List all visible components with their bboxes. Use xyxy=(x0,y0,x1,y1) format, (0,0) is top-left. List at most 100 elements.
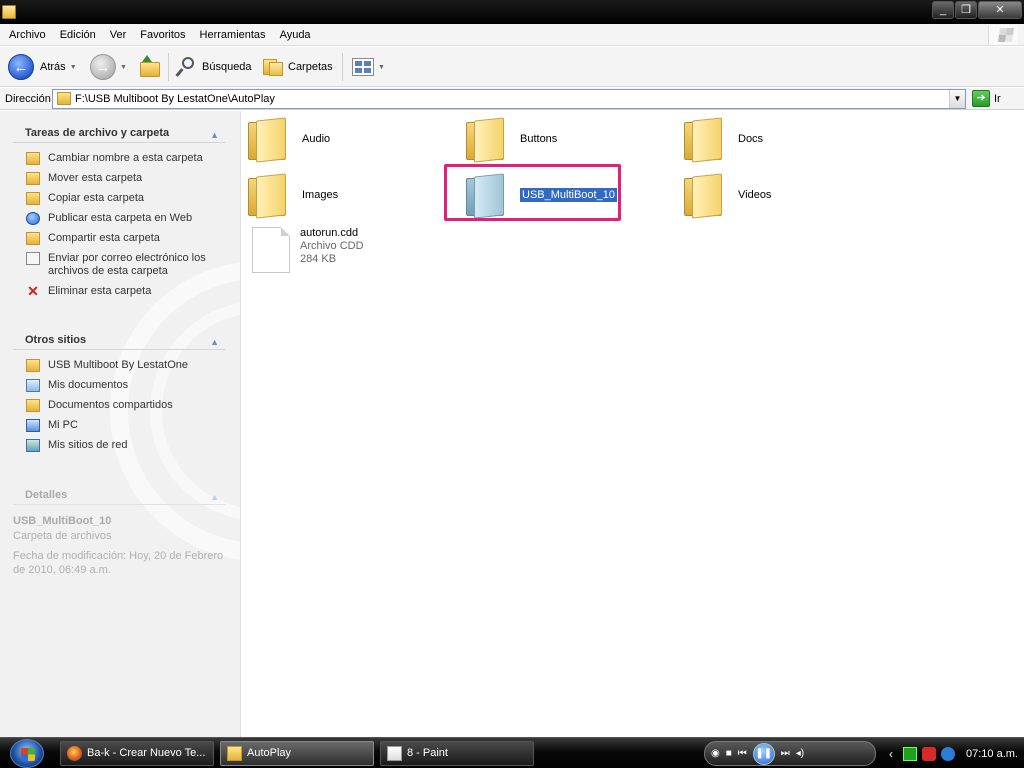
address-input[interactable]: F:\USB Multiboot By LestatOne\AutoPlay ▼ xyxy=(52,89,966,109)
computer-icon xyxy=(26,419,40,432)
place-usb-multiboot[interactable]: USB Multiboot By LestatOne xyxy=(13,359,225,372)
network-icon xyxy=(26,439,40,452)
address-path[interactable]: F:\USB Multiboot By LestatOne\AutoPlay xyxy=(75,93,275,105)
details-name: USB_MultiBoot_10 xyxy=(13,515,112,527)
task-label: Eliminar esta carpeta xyxy=(48,285,152,297)
folder-icon xyxy=(248,172,290,219)
share-icon xyxy=(26,232,40,245)
file-type: Archivo CDD xyxy=(300,240,364,252)
minimize-button[interactable]: _ xyxy=(932,1,954,19)
section-title: Tareas de archivo y carpeta xyxy=(25,127,170,139)
toolbar-divider xyxy=(342,53,343,81)
collapse-icon[interactable]: ▲ xyxy=(210,487,219,507)
file-list[interactable]: Audio Buttons Docs Images USB_MultiBoot_… xyxy=(242,111,1024,737)
menu-bar: Archivo Edición Ver Favoritos Herramient… xyxy=(0,24,1024,46)
system-tray: ‹ 07:10 a.m. xyxy=(880,741,1024,766)
menu-edicion[interactable]: Edición xyxy=(53,24,103,46)
other-places-section: Otros sitios ▲ USB Multiboot By LestatOn… xyxy=(13,330,225,452)
menu-herramientas[interactable]: Herramientas xyxy=(193,24,273,46)
move-folder-link[interactable]: Mover esta carpeta xyxy=(13,172,225,185)
taskbar-item-autoplay[interactable]: AutoPlay xyxy=(220,741,374,766)
folder-icon xyxy=(57,92,71,105)
folder-item-audio[interactable]: Audio xyxy=(248,116,330,163)
copy-folder-link[interactable]: Copiar esta carpeta xyxy=(13,192,225,205)
place-mis-sitios-de-red[interactable]: Mis sitios de red xyxy=(13,439,225,452)
antivirus-icon[interactable] xyxy=(922,746,936,761)
taskbar-item-paint[interactable]: 8 - Paint xyxy=(380,741,534,766)
forward-button[interactable]: → ▼ xyxy=(90,52,127,82)
place-label: Mi PC xyxy=(48,419,78,431)
start-button[interactable] xyxy=(10,739,44,768)
folder-item-buttons[interactable]: Buttons xyxy=(466,116,557,163)
chevron-down-icon[interactable]: ▼ xyxy=(378,64,385,71)
volume-icon[interactable]: ◂) xyxy=(796,748,804,759)
language-icon[interactable] xyxy=(941,746,955,761)
menu-favoritos[interactable]: Favoritos xyxy=(133,24,192,46)
network-status-icon[interactable] xyxy=(903,746,917,761)
folders-button[interactable]: Carpetas xyxy=(262,52,333,82)
share-folder-link[interactable]: Compartir esta carpeta xyxy=(13,232,225,245)
menu-ayuda[interactable]: Ayuda xyxy=(273,24,318,46)
folder-icon xyxy=(248,116,290,163)
item-label: Docs xyxy=(738,133,764,145)
windows-logo-icon xyxy=(21,748,35,761)
clock[interactable]: 07:10 a.m. xyxy=(966,748,1018,760)
chevron-down-icon[interactable]: ▼ xyxy=(120,64,127,71)
email-files-link[interactable]: Enviar por correo electrónico los archiv… xyxy=(13,252,225,278)
chevron-down-icon[interactable]: ▼ xyxy=(949,90,965,108)
place-mi-pc[interactable]: Mi PC xyxy=(13,419,225,432)
media-player-icon[interactable]: ◉ xyxy=(711,748,720,759)
place-mis-documentos[interactable]: Mis documentos xyxy=(13,379,225,392)
address-label: Dirección xyxy=(5,93,51,105)
up-folder-button[interactable] xyxy=(138,52,162,82)
place-documentos-compartidos[interactable]: Documentos compartidos xyxy=(13,399,225,412)
go-button[interactable]: ➔ Ir xyxy=(972,90,1001,107)
folder-icon xyxy=(684,116,726,163)
back-label: Atrás xyxy=(40,61,66,73)
delete-folder-link[interactable]: ✕ Eliminar esta carpeta xyxy=(13,284,225,298)
next-icon[interactable]: ⏭ xyxy=(781,748,790,759)
title-bar: _ ❐ ✕ xyxy=(0,0,1024,24)
stop-icon[interactable]: ■ xyxy=(726,748,732,759)
maximize-button[interactable]: ❐ xyxy=(955,1,977,19)
publish-web-link[interactable]: Publicar esta carpeta en Web xyxy=(13,212,225,225)
close-button[interactable]: ✕ xyxy=(978,1,1022,19)
folder-item-images[interactable]: Images xyxy=(248,172,338,219)
annotation-highlight-box xyxy=(444,164,621,221)
file-size: 284 KB xyxy=(300,253,337,265)
chevron-down-icon[interactable]: ▼ xyxy=(70,64,77,71)
previous-icon[interactable]: ⏮ xyxy=(738,748,747,759)
folder-icon xyxy=(684,172,726,219)
file-item-autorun[interactable]: autorun.cdd Archivo CDD 284 KB xyxy=(252,227,364,273)
place-label: Documentos compartidos xyxy=(48,399,173,411)
file-icon xyxy=(252,227,290,273)
go-arrow-icon: ➔ xyxy=(972,90,990,107)
pause-icon[interactable]: ❚❚ xyxy=(752,742,775,765)
menu-archivo[interactable]: Archivo xyxy=(0,24,53,46)
views-icon xyxy=(352,58,374,76)
menu-ver[interactable]: Ver xyxy=(103,24,134,46)
details-header[interactable]: Detalles ▲ xyxy=(13,485,225,505)
folder-icon xyxy=(227,746,242,761)
rename-icon xyxy=(26,152,40,165)
views-button[interactable]: ▼ xyxy=(352,52,385,82)
taskbar-item-firefox[interactable]: Ba-k - Crear Nuevo Te... xyxy=(60,741,214,766)
taskbar-item-label: AutoPlay xyxy=(247,747,292,759)
task-pane: Tareas de archivo y carpeta ▲ Cambiar no… xyxy=(0,111,241,737)
file-tasks-section: Tareas de archivo y carpeta ▲ Cambiar no… xyxy=(13,123,225,298)
rename-folder-link[interactable]: Cambiar nombre a esta carpeta xyxy=(13,152,225,165)
folder-item-docs[interactable]: Docs xyxy=(684,116,764,163)
copy-icon xyxy=(26,192,40,205)
file-tasks-header[interactable]: Tareas de archivo y carpeta ▲ xyxy=(13,123,225,143)
folder-icon xyxy=(26,359,40,372)
collapse-icon[interactable]: ▲ xyxy=(210,332,219,352)
back-button[interactable]: ← Atrás ▼ xyxy=(8,52,77,82)
other-places-header[interactable]: Otros sitios ▲ xyxy=(13,330,225,350)
search-label: Búsqueda xyxy=(202,61,252,73)
documents-icon xyxy=(26,379,40,392)
folders-label: Carpetas xyxy=(288,61,333,73)
show-hidden-icons-icon[interactable]: ‹ xyxy=(884,747,898,761)
search-button[interactable]: Búsqueda xyxy=(175,52,252,82)
folder-item-videos[interactable]: Videos xyxy=(684,172,771,219)
collapse-icon[interactable]: ▲ xyxy=(210,125,219,145)
